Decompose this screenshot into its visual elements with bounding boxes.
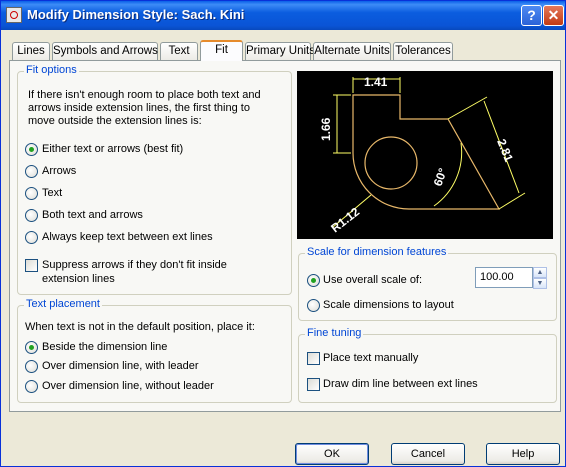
scale-title: Scale for dimension features: [305, 246, 449, 258]
title-bar: Modify Dimension Style: Sach. Kini ? ✕: [1, 1, 565, 30]
dim-left-label: 1.66: [319, 117, 333, 141]
suppress-arrows-label-1[interactable]: Suppress arrows if they don't fit inside: [42, 259, 227, 272]
help-button[interactable]: Help: [486, 443, 560, 465]
dimension-preview: 1.41 1.66 2.81 60° R1.12: [297, 71, 553, 239]
place-text-manually-label[interactable]: Place text manually: [323, 352, 418, 365]
radio-beside-dim-line-label[interactable]: Beside the dimension line: [42, 341, 167, 354]
fit-description-line-2: arrows inside extension lines, the first…: [28, 102, 250, 114]
tab-lines[interactable]: Lines: [12, 42, 50, 60]
radio-arrows-label[interactable]: Arrows: [42, 165, 76, 178]
fit-description-line-1: If there isn't enough room to place both…: [28, 89, 261, 101]
fit-description-line-3: move outside the extension lines is:: [28, 115, 202, 127]
radio-beside-dim-line[interactable]: [25, 341, 38, 354]
radio-use-overall-scale-label[interactable]: Use overall scale of:: [323, 274, 422, 287]
radio-arrows[interactable]: [25, 165, 38, 178]
radio-over-with-leader-label[interactable]: Over dimension line, with leader: [42, 360, 199, 373]
radio-keep-text-between[interactable]: [25, 231, 38, 244]
radio-both-text-and-arrows[interactable]: [25, 209, 38, 222]
tab-fit[interactable]: Fit: [200, 40, 243, 61]
tab-text[interactable]: Text: [160, 42, 198, 60]
dim-top-label: 1.41: [364, 75, 388, 89]
radio-over-without-leader[interactable]: [25, 380, 38, 393]
radio-scale-to-layout[interactable]: [307, 299, 320, 312]
scale-spin-up-icon[interactable]: ▲: [533, 267, 547, 278]
dim-radius-label: R1.12: [328, 204, 362, 235]
tab-symbols-and-arrows[interactable]: Symbols and Arrows: [52, 42, 158, 60]
ok-button[interactable]: OK: [295, 443, 369, 465]
draw-dim-line-label[interactable]: Draw dim line between ext lines: [323, 378, 478, 391]
preview-drawing: 1.41 1.66 2.81 60° R1.12: [319, 75, 526, 235]
fit-options-title: Fit options: [24, 64, 79, 76]
fine-tuning-title: Fine tuning: [305, 327, 364, 339]
dim-right-label: 2.81: [494, 137, 516, 164]
preview-geometry: [352, 94, 501, 210]
overall-scale-input[interactable]: 100.00: [475, 267, 533, 288]
radio-over-with-leader[interactable]: [25, 360, 38, 373]
tab-tolerances[interactable]: Tolerances: [393, 42, 453, 60]
fine-tuning-group: Fine tuning: [298, 327, 557, 403]
radio-text-label[interactable]: Text: [42, 187, 62, 200]
suppress-arrows-checkbox[interactable]: [25, 259, 38, 272]
radio-best-fit-label[interactable]: Either text or arrows (best fit): [42, 143, 183, 156]
dialog-window: Modify Dimension Style: Sach. Kini ? ✕ L…: [0, 0, 566, 467]
radio-keep-text-between-label[interactable]: Always keep text between ext lines: [42, 231, 213, 244]
radio-text[interactable]: [25, 187, 38, 200]
radio-over-without-leader-label[interactable]: Over dimension line, without leader: [42, 380, 214, 393]
radio-use-overall-scale[interactable]: [307, 274, 320, 287]
scale-spin-down-icon[interactable]: ▼: [533, 278, 547, 289]
cancel-button[interactable]: Cancel: [391, 443, 465, 465]
help-title-button[interactable]: ?: [521, 5, 542, 26]
place-text-manually-checkbox[interactable]: [307, 352, 320, 365]
window-title: Modify Dimension Style: Sach. Kini: [27, 7, 245, 22]
draw-dim-line-checkbox[interactable]: [307, 378, 320, 391]
dim-angle-label: 60°: [431, 166, 450, 188]
text-placement-description: When text is not in the default position…: [25, 321, 255, 333]
radio-scale-to-layout-label[interactable]: Scale dimensions to layout: [323, 299, 454, 312]
autocad-app-icon: [6, 7, 22, 23]
suppress-arrows-label-2[interactable]: extension lines: [42, 273, 115, 286]
radio-best-fit[interactable]: [25, 143, 38, 156]
tab-alternate-units[interactable]: Alternate Units: [313, 42, 391, 60]
radio-both-text-and-arrows-label[interactable]: Both text and arrows: [42, 209, 143, 222]
text-placement-title: Text placement: [24, 298, 102, 310]
tab-primary-units[interactable]: Primary Units: [245, 42, 315, 60]
close-button[interactable]: ✕: [543, 5, 564, 26]
